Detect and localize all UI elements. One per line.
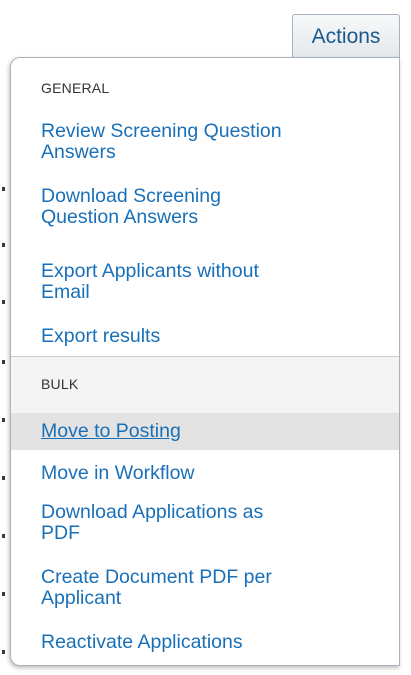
menu-item-move-in-workflow[interactable]: Move in Workflow: [11, 463, 399, 484]
section-heading-general: GENERAL: [41, 80, 110, 96]
menu-item-label: Export Applicants without: [41, 260, 259, 282]
menu-item-label: Reactivate Applications: [41, 631, 243, 653]
menu-item-download-applications-as-pdf[interactable]: Download Applications as PDF: [11, 502, 399, 544]
background-mark: [2, 650, 5, 654]
menu-item-export-results[interactable]: Export results: [11, 326, 399, 347]
menu-item-label: Question Answers: [41, 206, 199, 228]
menu-item-label: Create Document PDF per: [41, 566, 272, 588]
background-mark: [2, 360, 5, 364]
background-mark: [2, 534, 5, 538]
menu-item-label: PDF: [41, 522, 80, 544]
menu-item-label: Answers: [41, 141, 116, 163]
menu-item-export-applicants-without-email[interactable]: Export Applicants without Email: [11, 261, 399, 303]
page: Actions GENERAL Review Screening Questio…: [0, 0, 411, 675]
menu-item-move-to-posting[interactable]: Move to Posting: [11, 413, 399, 450]
menu-item-download-screening-question-answers[interactable]: Download Screening Question Answers: [11, 186, 399, 228]
background-mark: [2, 592, 5, 596]
section-heading-bulk: BULK: [41, 376, 79, 392]
background-mark: [2, 418, 5, 422]
background-mark: [2, 476, 5, 480]
actions-dropdown-menu: GENERAL Review Screening Question Answer…: [10, 57, 400, 666]
menu-item-label: Review Screening Question: [41, 120, 282, 142]
menu-item-label: Export results: [41, 325, 161, 347]
actions-button[interactable]: Actions: [292, 14, 400, 58]
menu-item-create-document-pdf-per-applicant[interactable]: Create Document PDF per Applicant: [11, 567, 399, 609]
menu-item-label: Move in Workflow: [41, 462, 195, 484]
menu-item-label: Download Screening: [41, 185, 221, 207]
background-mark: [2, 243, 5, 247]
background-mark: [2, 187, 5, 191]
background-mark: [2, 300, 5, 304]
menu-item-reactivate-applications[interactable]: Reactivate Applications: [11, 632, 399, 653]
menu-item-label: Download Applications as: [41, 501, 264, 523]
menu-item-label: Applicant: [41, 587, 122, 609]
menu-item-review-screening-question-answers[interactable]: Review Screening Question Answers: [11, 121, 399, 163]
menu-item-label: Email: [41, 281, 90, 303]
section-divider: [11, 356, 399, 357]
